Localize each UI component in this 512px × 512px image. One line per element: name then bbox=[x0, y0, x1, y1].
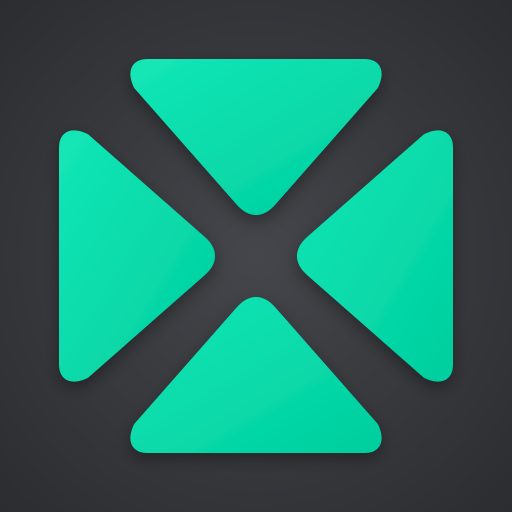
four-triangles-icon bbox=[0, 0, 512, 512]
app-icon bbox=[0, 0, 512, 512]
